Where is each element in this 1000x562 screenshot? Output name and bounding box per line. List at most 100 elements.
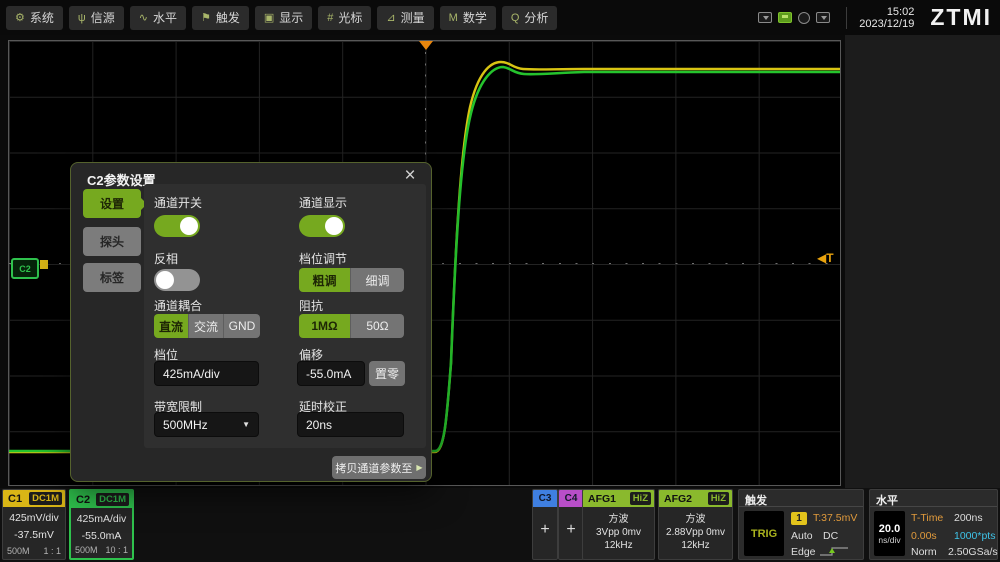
gnd-option[interactable]: GND [224,314,260,338]
menu-items: ⚙系统 ψ信源 ∿水平 ⚑ 触发 ▣ 显示 #光标 ⊿测量 M 数学 Q分析 [0,6,557,30]
afg1-mode-badge: HiZ [630,492,651,505]
horizontal-panel-title: 水平 [870,490,997,507]
one-megohm-option[interactable]: 1MΩ [299,314,351,338]
clock-time: 15:02 [859,6,914,18]
c1-ground-marker[interactable] [40,260,48,269]
math-icon: M [449,12,458,24]
channel4-box[interactable]: C4 + [558,489,584,560]
menu-measure[interactable]: ⊿测量 [377,6,433,30]
channel2-coupling-badge: DC1M [96,493,129,506]
flag-icon: ⚑ [201,11,211,24]
channel1-id: C1 [6,493,22,505]
tab-label[interactable]: 标签 [83,263,141,292]
menu-horizontal-label: 水平 [153,9,177,26]
clock: 15:02 2023/12/19 [859,6,914,30]
trigger-mode: Auto [791,530,813,542]
channel2-box[interactable]: C2 DC1M 425mA/div -55.0mA 500M 10 : 1 [69,489,134,560]
arrow-right-icon: ▶ [416,463,422,472]
tab-settings[interactable]: 设置 [83,189,141,218]
dc-option[interactable]: 直流 [154,314,189,338]
sample-rate: 2.50GSa/s [948,546,998,558]
copy-params-button[interactable]: 拷贝通道参数至 ▶ [332,456,426,479]
menu-analyze[interactable]: Q分析 [502,6,558,30]
channel3-box[interactable]: C3 + [532,489,558,560]
clock-date: 2023/12/19 [859,18,914,30]
record-points: 1000*pts [954,530,995,542]
impedance-segment: 1MΩ 50Ω [299,314,404,338]
cursor-grid-icon: # [327,12,333,24]
menu-trigger-label: 触发 [216,9,240,26]
zero-button[interactable]: 置零 [369,361,405,386]
afg1-waveform: 方波 [583,510,654,525]
invert-toggle[interactable] [154,269,200,291]
trigger-level-marker[interactable]: ◀T [817,251,834,265]
horizontal-delay: 0.00s [911,530,937,542]
afg1-header: AFG1 HiZ [583,490,654,507]
offset-input[interactable]: -55.0mA [297,361,365,386]
channel4-add-button[interactable]: + [559,521,583,539]
display-output-icon[interactable] [758,12,772,23]
menu-system-label: 系统 [30,9,54,26]
menu-math-label: 数学 [463,9,487,26]
channel1-box[interactable]: C1 DC1M 425mV/div -37.5mV 500M 1 : 1 [2,489,66,560]
channel4-id: C4 [559,490,583,507]
toggle-knob [156,271,174,289]
afg1-frequency: 12kHz [583,540,654,551]
trigger-type: Edge [791,546,816,558]
right-side-panel [845,35,1000,488]
afg2-header: AFG2 HiZ [659,490,732,507]
rising-edge-icon [819,546,849,557]
afg1-box[interactable]: AFG1 HiZ 方波 3Vpp 0mv 12kHz [582,489,655,560]
fine-option[interactable]: 细调 [351,268,404,292]
ac-option[interactable]: 交流 [189,314,224,338]
scale-input[interactable]: 425mA/div [154,361,259,386]
afg2-mode-badge: HiZ [708,492,729,505]
usb-storage-icon[interactable] [778,12,792,23]
fifty-ohm-option[interactable]: 50Ω [351,314,404,338]
deskew-input[interactable]: 20ns [297,412,404,437]
trigger-position-marker[interactable] [419,41,433,50]
chevron-down-icon: ▼ [242,420,250,429]
menu-horizontal[interactable]: ∿水平 [130,6,186,30]
afg2-amplitude: 2.88Vpp 0mv [659,527,732,538]
channel2-probe: 10 : 1 [105,545,128,555]
channel-switch-label: 通道开关 [154,194,202,211]
timebase-unit: ns/div [878,535,900,545]
afg2-frequency: 12kHz [659,540,732,551]
horizontal-panel[interactable]: 水平 20.0 ns/div T-Time 200ns 0.00s 1000*p… [869,489,998,560]
menu-trigger[interactable]: ⚑ 触发 [192,6,249,30]
trigger-panel[interactable]: 触发 TRIG 1 Auto Edge T:37.5mV DC [738,489,864,560]
channel-display-toggle[interactable] [299,215,345,237]
channel3-add-button[interactable]: + [533,521,557,539]
menu-math[interactable]: M 数学 [440,6,496,30]
invert-label: 反相 [154,250,178,267]
touch-icon[interactable] [816,12,830,23]
bandwidth-dropdown[interactable]: 500MHz ▼ [154,412,259,437]
c2-settings-dialog: C2参数设置 × 设置 探头 标签 通道开关 通道显示 反相 档位调节 粗调 细… [70,162,432,482]
menu-display-label: 显示 [279,9,303,26]
trigger-panel-title: 触发 [739,490,863,507]
channel1-scale: 425mV/div [3,512,65,524]
trigger-source-badge: 1 [791,512,807,525]
tab-probe[interactable]: 探头 [83,227,141,256]
mouse-icon[interactable] [798,12,810,24]
c2-ground-marker[interactable]: C2 [11,258,39,279]
oscilloscope-screen: ⚙系统 ψ信源 ∿水平 ⚑ 触发 ▣ 显示 #光标 ⊿测量 M 数学 Q分析 15:0… [0,0,1000,562]
menu-source[interactable]: ψ信源 [69,6,124,30]
channel2-footer: 500M 10 : 1 [71,545,132,555]
menu-cursor[interactable]: #光标 [318,6,371,30]
toggle-knob [325,217,343,235]
system-status-icons [758,12,830,24]
coarse-option[interactable]: 粗调 [299,268,351,292]
display-icon: ▣ [264,11,274,24]
afg2-id: AFG2 [662,493,692,505]
trigger-level: T:37.5mV [813,512,857,524]
menu-system[interactable]: ⚙系统 [6,6,63,30]
afg2-box[interactable]: AFG2 HiZ 方波 2.88Vpp 0mv 12kHz [658,489,733,560]
channel1-coupling-badge: DC1M [29,492,62,505]
channel-switch-toggle[interactable] [154,215,200,237]
status-bar: C1 DC1M 425mV/div -37.5mV 500M 1 : 1 C2 … [0,488,1000,562]
top-right-cluster: 15:02 2023/12/19 ZTMI [758,0,992,35]
channel1-probe: 1 : 1 [43,546,61,556]
menu-display[interactable]: ▣ 显示 [255,6,312,30]
